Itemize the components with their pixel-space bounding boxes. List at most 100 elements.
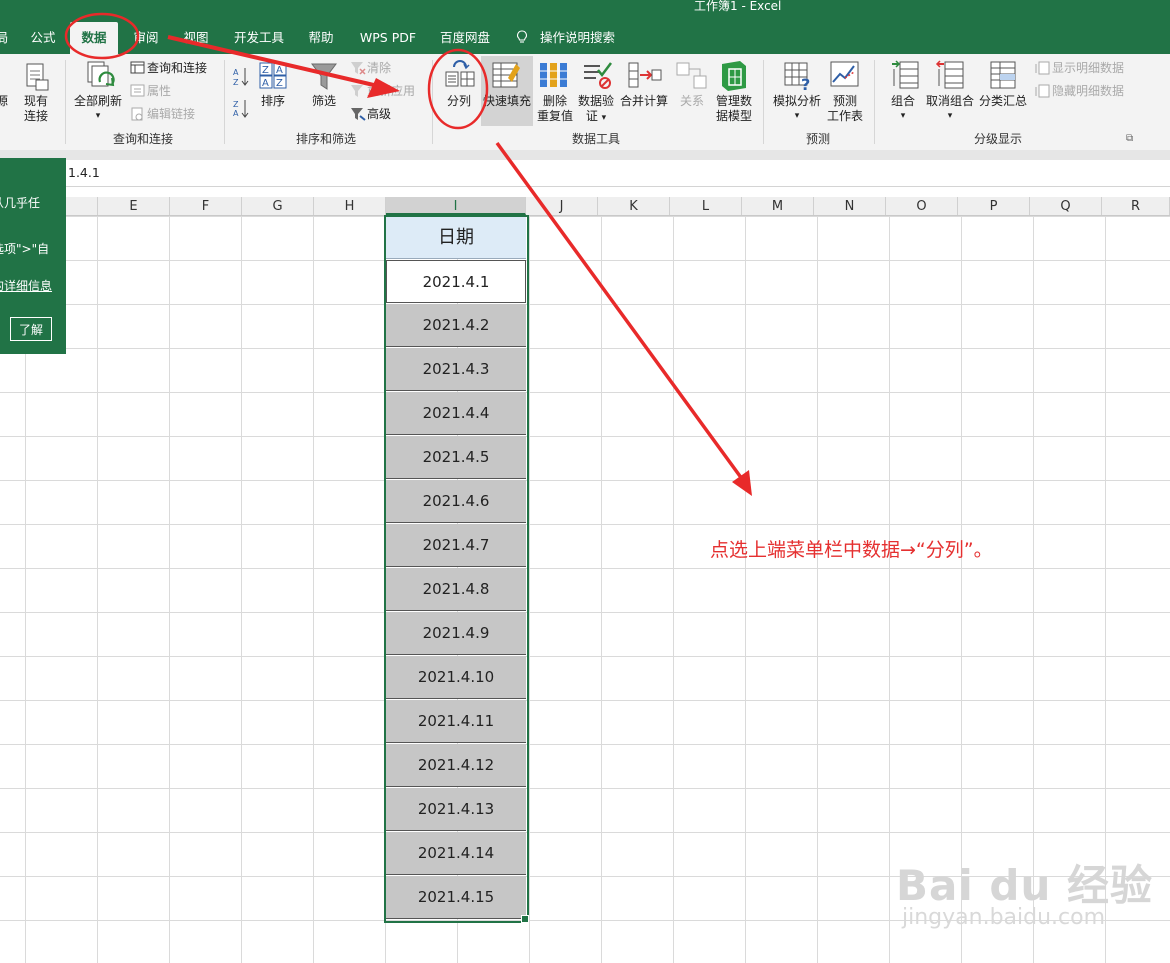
- header-cell[interactable]: 日期: [386, 216, 526, 259]
- svg-text:A: A: [262, 78, 269, 89]
- column-header[interactable]: E: [98, 197, 170, 215]
- column-header[interactable]: K: [598, 197, 670, 215]
- group-label: 组合: [891, 94, 916, 108]
- active-cell[interactable]: 2021.4.1: [386, 260, 526, 303]
- date-cell[interactable]: 2021.4.6: [386, 480, 526, 523]
- tab-layout-partial[interactable]: 局: [0, 22, 12, 54]
- forecast-sheet-label-2: 工作表: [827, 109, 864, 123]
- remove-duplicates-button[interactable]: 删除 重复值: [537, 94, 573, 124]
- dialog-launcher-icon[interactable]: ⧉: [1126, 133, 1133, 144]
- hide-detail-icon: [1035, 84, 1050, 98]
- advanced-filter-icon: [351, 108, 366, 121]
- flash-fill-button[interactable]: 快速填充: [483, 94, 531, 109]
- svg-text:?: ?: [801, 75, 810, 92]
- date-cell[interactable]: 2021.4.11: [386, 700, 526, 743]
- worksheet-grid[interactable]: [0, 216, 1170, 963]
- data-validation-label-2-row: 证 ▾: [578, 109, 614, 126]
- sort-button[interactable]: 排序: [261, 94, 285, 109]
- svg-text:Z: Z: [233, 78, 239, 87]
- forecast-sheet-button[interactable]: 预测 工作表: [827, 94, 863, 124]
- ungroup-icon: [935, 60, 964, 89]
- title-bar: 工作簿1 - Excel 局 公式 数据 审阅 视图 开发工具 帮助 WPS P…: [0, 0, 1170, 55]
- ribbon: 源 现有 连接 全部刷新 ▾ 查询和连接 属性 编辑链接 查询和连接 A Z Z…: [0, 54, 1170, 151]
- date-cell[interactable]: 2021.4.9: [386, 612, 526, 655]
- properties-button[interactable]: 属性: [147, 83, 171, 99]
- consolidate-button[interactable]: 合并计算: [620, 94, 668, 109]
- edit-links-button[interactable]: 编辑链接: [147, 106, 195, 122]
- column-header[interactable]: L: [670, 197, 742, 215]
- column-header[interactable]: H: [314, 197, 386, 215]
- reapply-button[interactable]: 重新应用: [367, 83, 415, 99]
- clear-filter-icon: [351, 62, 366, 75]
- date-cell[interactable]: 2021.4.3: [386, 348, 526, 391]
- popup-got-it-button[interactable]: 了解: [10, 317, 52, 341]
- tab-review[interactable]: 审阅: [128, 22, 164, 54]
- advanced-button[interactable]: 高级: [367, 106, 391, 122]
- get-data-partial-label[interactable]: 源: [0, 94, 8, 109]
- popup-more-info-link[interactable]: 的详细信息: [0, 277, 52, 294]
- lightbulb-icon: [517, 30, 527, 43]
- show-detail-button[interactable]: 显示明细数据: [1052, 60, 1124, 76]
- manage-model-icon: [722, 61, 746, 91]
- text-to-columns-icon: [445, 60, 475, 87]
- column-header[interactable]: M: [742, 197, 814, 215]
- tab-view[interactable]: 视图: [178, 22, 214, 54]
- date-cell[interactable]: 2021.4.13: [386, 788, 526, 831]
- date-cell[interactable]: 2021.4.14: [386, 832, 526, 875]
- date-cell[interactable]: 2021.4.2: [386, 304, 526, 347]
- forecast-sheet-label-1: 预测: [833, 94, 858, 108]
- ungroup-label: 取消组合: [926, 94, 975, 108]
- popup-text-line: 选项">"自: [0, 242, 50, 256]
- chevron-down-icon: ▾: [794, 111, 800, 121]
- column-header[interactable]: O: [886, 197, 958, 215]
- column-header-selected[interactable]: I: [386, 197, 526, 215]
- date-cell[interactable]: 2021.4.4: [386, 392, 526, 435]
- text-to-columns-button[interactable]: 分列: [447, 94, 471, 109]
- refresh-all-button[interactable]: 全部刷新 ▾: [74, 94, 122, 124]
- column-header[interactable]: G: [242, 197, 314, 215]
- column-header[interactable]: Q: [1030, 197, 1102, 215]
- data-validation-button[interactable]: 数据验 证 ▾: [578, 94, 614, 126]
- subtotal-button[interactable]: 分类汇总: [979, 94, 1027, 109]
- baidu-watermark-url: jingyan.baidu.com: [902, 905, 1106, 930]
- flash-fill-icon: [492, 62, 520, 88]
- what-if-analysis-button[interactable]: 模拟分析 ▾: [773, 94, 821, 124]
- tell-me-search[interactable]: 操作说明搜索: [540, 22, 620, 54]
- date-cell[interactable]: 2021.4.8: [386, 568, 526, 611]
- formula-bar[interactable]: 1.4.1: [0, 160, 1170, 187]
- group-button[interactable]: 组合 ▾: [891, 94, 915, 124]
- existing-connections-icon: [26, 63, 49, 91]
- tab-help[interactable]: 帮助: [303, 22, 339, 54]
- properties-icon: [130, 84, 145, 97]
- manage-data-model-button[interactable]: 管理数 据模型: [716, 94, 752, 124]
- hide-detail-button[interactable]: 隐藏明细数据: [1052, 83, 1124, 99]
- date-cell[interactable]: 2021.4.12: [386, 744, 526, 787]
- date-cell[interactable]: 2021.4.5: [386, 436, 526, 479]
- existing-connections-button[interactable]: 现有 连接: [24, 94, 48, 124]
- tab-developer[interactable]: 开发工具: [228, 22, 290, 54]
- sort-az-icon: A Z Z A: [233, 68, 249, 118]
- tip-popup: 从几乎任 选项">"自 的详细信息 了解: [0, 158, 66, 354]
- queries-connections-button[interactable]: 查询和连接: [147, 60, 207, 76]
- tab-data[interactable]: 数据: [70, 22, 118, 54]
- date-cell[interactable]: 2021.4.10: [386, 656, 526, 699]
- queries-connections-icon: [130, 61, 145, 74]
- tab-wps-pdf[interactable]: WPS PDF: [355, 22, 421, 54]
- column-header[interactable]: J: [526, 197, 598, 215]
- relationships-icon: [676, 62, 707, 89]
- column-header[interactable]: N: [814, 197, 886, 215]
- column-header[interactable]: P: [958, 197, 1030, 215]
- column-header[interactable]: F: [170, 197, 242, 215]
- filter-button[interactable]: 筛选: [312, 94, 336, 109]
- fill-handle[interactable]: [521, 915, 529, 923]
- tab-formulas[interactable]: 公式: [24, 22, 62, 54]
- date-cell[interactable]: 2021.4.15: [386, 876, 526, 919]
- edit-links-icon: [131, 107, 143, 121]
- clear-button[interactable]: 清除: [367, 60, 391, 76]
- tab-baidu-netdisk[interactable]: 百度网盘: [435, 22, 495, 54]
- chevron-down-icon: ▾: [900, 111, 906, 121]
- column-header[interactable]: R: [1102, 197, 1170, 215]
- relationships-button[interactable]: 关系: [680, 94, 704, 109]
- ungroup-button[interactable]: 取消组合 ▾: [926, 94, 974, 124]
- date-cell[interactable]: 2021.4.7: [386, 524, 526, 567]
